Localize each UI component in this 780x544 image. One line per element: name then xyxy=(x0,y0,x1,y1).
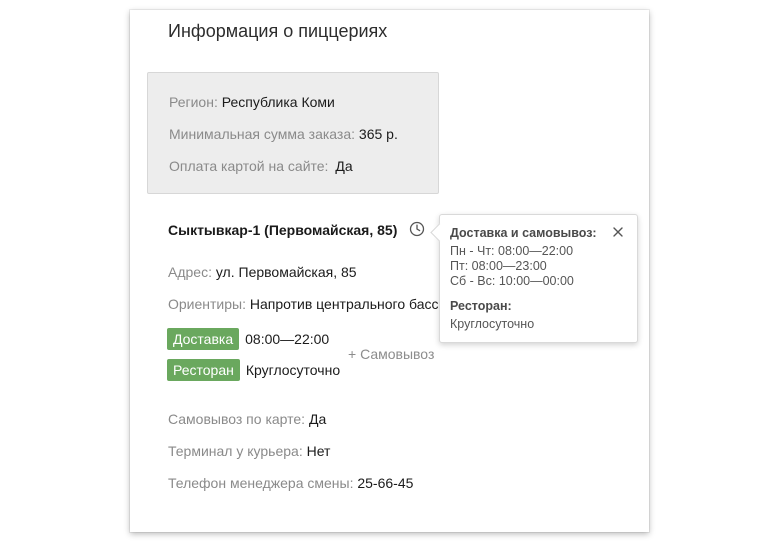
pickup-card-label: Самовывоз по карте: xyxy=(168,411,306,427)
region-info-box: Регион: Республика Коми Минимальная сумм… xyxy=(147,72,439,194)
delivery-hours: 08:00—22:00 xyxy=(245,331,330,347)
min-order-value: 365 р. xyxy=(358,126,398,142)
manager-phone-label: Телефон менеджера смены: xyxy=(168,475,354,491)
popover-restaurant-hours: Круглосуточно xyxy=(450,317,535,331)
manager-phone-value: 25-66-45 xyxy=(357,475,414,491)
pickup-link[interactable]: + Самовывоз xyxy=(348,346,434,362)
close-icon[interactable] xyxy=(610,224,626,240)
popover-schedule-line: Пт: 08:00—23:00 xyxy=(450,259,547,273)
delivery-badge: Доставка xyxy=(167,328,240,350)
landmarks-value: Напротив центрального басс xyxy=(249,296,439,312)
terminal-label: Терминал у курьера: xyxy=(168,443,303,459)
card-payment-row: Оплата картой на сайте: Да xyxy=(169,158,353,174)
terminal-value: Нет xyxy=(306,443,331,459)
pickup-card-row: Самовывоз по карте: Да xyxy=(168,411,326,427)
landmarks-row: Ориентиры: Напротив центрального басс xyxy=(168,296,438,312)
region-row: Регион: Республика Коми xyxy=(169,94,335,110)
restaurant-hours: Круглосуточно xyxy=(245,362,341,378)
page-title: Информация о пиццериях xyxy=(168,21,388,41)
restaurant-badge: Ресторан xyxy=(167,359,240,381)
popover-schedule-line: Пн - Чт: 08:00—22:00 xyxy=(450,244,574,258)
min-order-row: Минимальная сумма заказа: 365 р. xyxy=(169,126,398,142)
card-payment-label: Оплата картой на сайте: xyxy=(169,158,329,174)
restaurant-hours-row: Ресторан Круглосуточно xyxy=(167,359,340,381)
delivery-hours-row: Доставка 08:00—22:00 xyxy=(167,328,329,350)
region-label: Регион: xyxy=(169,94,218,110)
terminal-row: Терминал у курьера: Нет xyxy=(168,443,330,459)
address-row: Адрес: ул. Первомайская, 85 xyxy=(168,264,357,280)
region-value: Республика Коми xyxy=(221,94,335,110)
popover-schedule-line: Сб - Вс: 10:00—00:00 xyxy=(450,274,574,288)
popover-delivery-title: Доставка и самовывоз: xyxy=(450,226,597,240)
manager-phone-row: Телефон менеджера смены: 25-66-45 xyxy=(168,475,413,491)
popover-restaurant-title: Ресторан: xyxy=(450,299,512,313)
min-order-label: Минимальная сумма заказа: xyxy=(169,126,356,142)
card-payment-value: Да xyxy=(335,158,353,174)
hours-popover: Доставка и самовывоз: Пн - Чт: 08:00—22:… xyxy=(430,214,638,343)
address-value: ул. Первомайская, 85 xyxy=(215,264,357,280)
landmarks-label: Ориентиры: xyxy=(168,296,246,312)
pickup-card-value: Да xyxy=(308,411,327,427)
pizzeria-name: Сыктывкар-1 (Первомайская, 85) xyxy=(168,222,398,238)
clock-icon[interactable] xyxy=(409,221,425,237)
address-label: Адрес: xyxy=(168,264,212,280)
